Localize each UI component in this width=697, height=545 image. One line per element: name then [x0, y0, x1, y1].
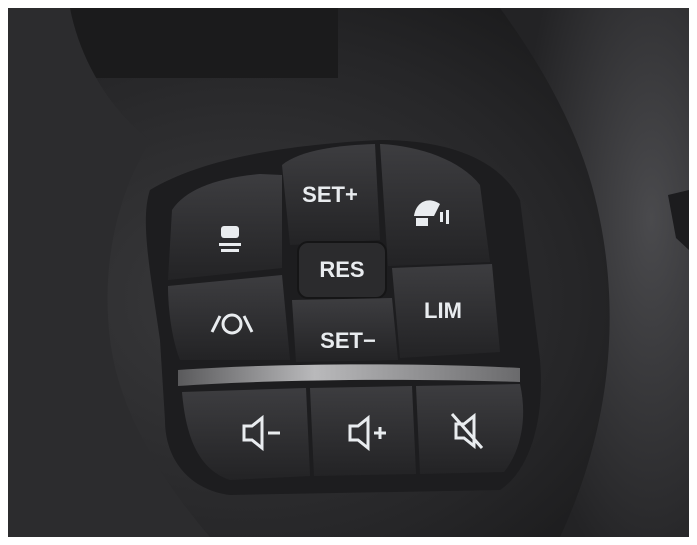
- set-plus-label: SET+: [302, 182, 358, 207]
- set-minus-button[interactable]: SET−: [292, 298, 398, 362]
- res-label: RES: [319, 257, 364, 282]
- lim-label: LIM: [424, 298, 462, 323]
- mute-button[interactable]: [416, 384, 524, 474]
- set-plus-button[interactable]: SET+: [282, 144, 380, 245]
- set-minus-label: SET−: [320, 328, 376, 353]
- res-button[interactable]: RES: [297, 241, 387, 299]
- steering-wheel-photo: SET+ RES SET− LIM: [8, 8, 689, 537]
- lim-button[interactable]: LIM: [392, 264, 500, 358]
- volume-up-button[interactable]: [310, 386, 416, 476]
- cruise-toggle-button[interactable]: [168, 275, 290, 360]
